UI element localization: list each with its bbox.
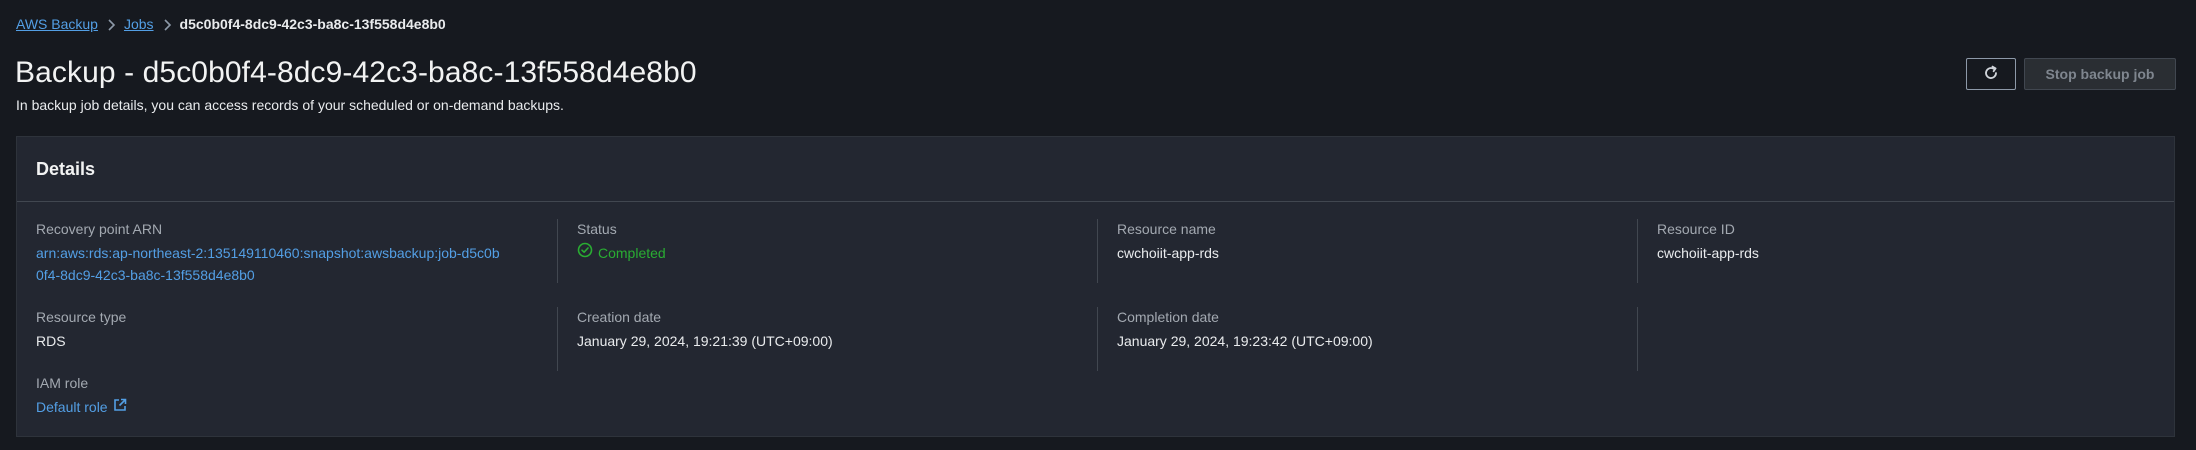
resource-id-value: cwchoiit-app-rds (1657, 245, 1759, 261)
recovery-point-arn-link[interactable]: arn:aws:rds:ap-northeast-2:135149110460:… (36, 242, 506, 286)
details-panel-header: Details (17, 137, 2174, 202)
creation-date-field: Creation date January 29, 2024, 19:21:39… (577, 307, 833, 352)
breadcrumb-aws-backup-link[interactable]: AWS Backup (16, 16, 98, 32)
check-circle-icon (577, 242, 593, 264)
page-description: In backup job details, you can access re… (16, 97, 564, 113)
resource-type-field: Resource type RDS (36, 307, 126, 352)
resource-id-label: Resource ID (1657, 221, 1735, 237)
creation-date-label: Creation date (577, 309, 662, 325)
column-divider (1637, 307, 1638, 371)
resource-name-field: Resource name cwchoiit-app-rds (1117, 219, 1219, 264)
recovery-point-arn-label: Recovery point ARN (36, 221, 163, 237)
status-label: Status (577, 221, 617, 237)
column-divider (1097, 307, 1098, 371)
header-actions: Stop backup job (1966, 58, 2176, 90)
column-divider (557, 307, 558, 371)
status-text: Completed (598, 245, 666, 261)
column-divider (557, 219, 558, 283)
iam-role-label: IAM role (36, 375, 89, 391)
details-title: Details (36, 159, 96, 179)
breadcrumb: AWS Backup Jobs d5c0b0f4-8dc9-42c3-ba8c-… (16, 14, 446, 34)
resource-name-label: Resource name (1117, 221, 1216, 237)
completion-date-field: Completion date January 29, 2024, 19:23:… (1117, 307, 1373, 352)
resource-type-label: Resource type (36, 309, 127, 325)
recovery-point-arn-field: Recovery point ARN arn:aws:rds:ap-northe… (36, 219, 506, 286)
status-value: Completed (577, 242, 666, 264)
creation-date-value: January 29, 2024, 19:21:39 (UTC+09:00) (577, 333, 833, 349)
column-divider (1637, 219, 1638, 283)
page-title: Backup - d5c0b0f4-8dc9-42c3-ba8c-13f558d… (15, 56, 697, 89)
refresh-icon (1983, 65, 1999, 84)
stop-backup-job-button[interactable]: Stop backup job (2024, 58, 2176, 90)
resource-type-value: RDS (36, 333, 66, 349)
refresh-button[interactable] (1966, 58, 2016, 90)
iam-role-field: IAM role Default role (36, 373, 506, 418)
resource-id-field: Resource ID cwchoiit-app-rds (1657, 219, 1759, 264)
completion-date-value: January 29, 2024, 19:23:42 (UTC+09:00) (1117, 333, 1373, 349)
iam-role-link[interactable]: Default role (36, 396, 506, 418)
breadcrumb-current: d5c0b0f4-8dc9-42c3-ba8c-13f558d4e8b0 (179, 16, 446, 32)
breadcrumb-jobs-link[interactable]: Jobs (124, 16, 154, 32)
chevron-right-icon (98, 16, 124, 32)
completion-date-label: Completion date (1117, 309, 1219, 325)
chevron-right-icon (154, 16, 180, 32)
iam-role-link-text: Default role (36, 399, 108, 415)
details-panel: Details Recovery point ARN arn:aws:rds:a… (16, 136, 2175, 437)
external-link-icon (113, 396, 127, 418)
column-divider (1097, 219, 1098, 283)
resource-name-value: cwchoiit-app-rds (1117, 245, 1219, 261)
status-field: Status Completed (577, 219, 666, 264)
